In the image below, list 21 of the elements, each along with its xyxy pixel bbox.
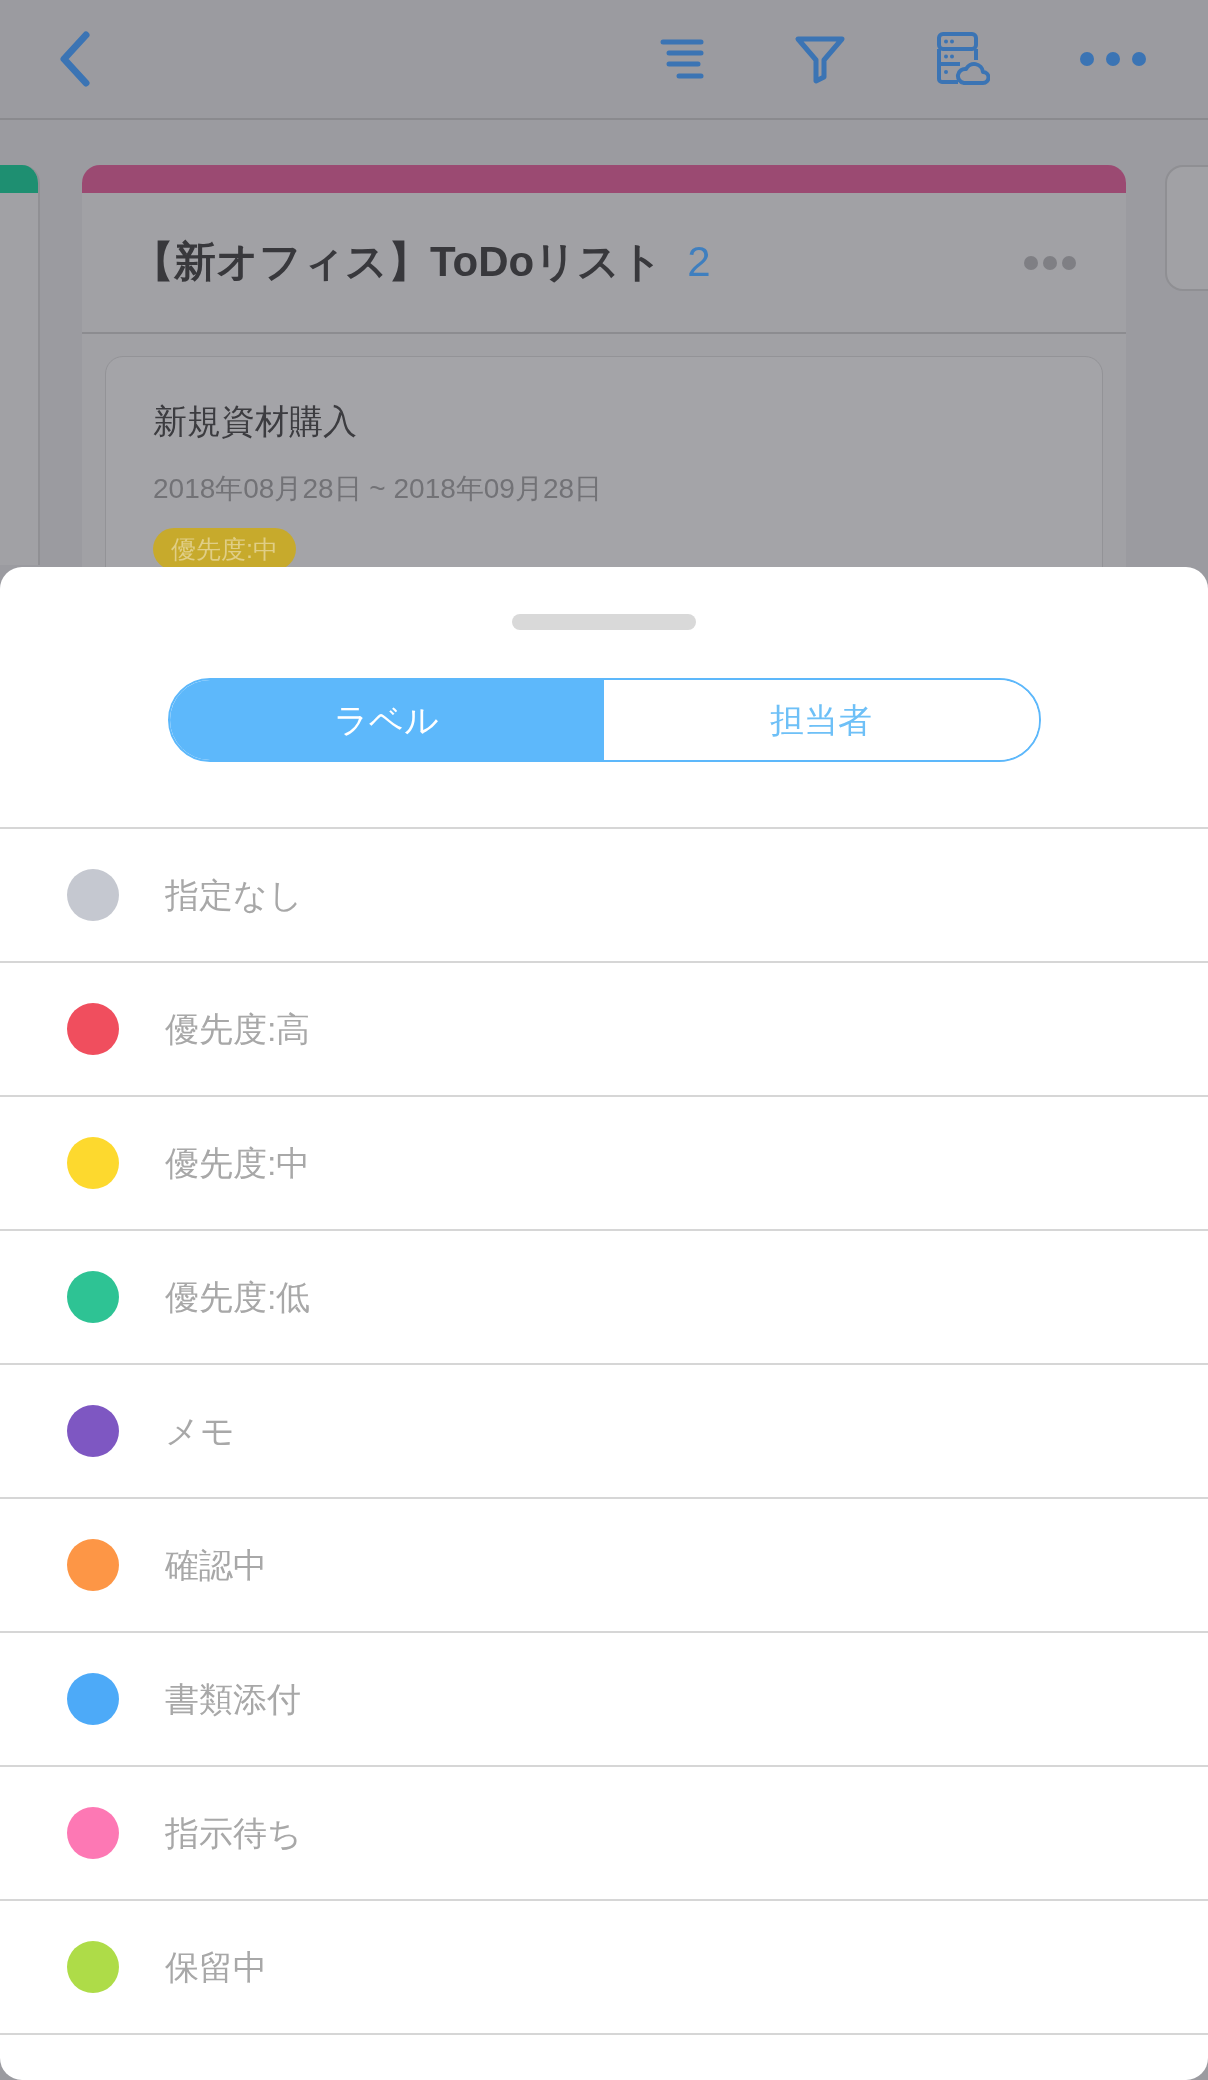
more-icon[interactable] <box>1080 52 1146 66</box>
task-count: 2 <box>687 237 711 288</box>
task-title: 新規資材購入 <box>153 401 358 442</box>
more-icon[interactable] <box>1024 255 1076 270</box>
label-option[interactable]: 優先度:低 <box>0 1231 1208 1365</box>
segmented-control[interactable]: ラベル 担当者 <box>167 678 1041 762</box>
server-cloud-icon[interactable] <box>936 31 990 87</box>
label-option[interactable]: 指示待ち <box>0 1767 1208 1901</box>
label-option[interactable]: 指定なし <box>0 829 1208 963</box>
segment-tab[interactable]: ラベル <box>169 680 604 760</box>
label-tag: 優先度:中 <box>153 528 296 567</box>
label-option[interactable]: 優先度:中 <box>0 1097 1208 1231</box>
column-title: 【新オフィス】ToDoリスト <box>132 237 664 288</box>
label-option[interactable]: メモ <box>0 1365 1208 1499</box>
label-option[interactable]: 確認中 <box>0 1499 1208 1633</box>
lines-icon[interactable] <box>660 37 704 81</box>
drag-handle[interactable] <box>512 614 696 630</box>
label-option[interactable]: 書類添付 <box>0 1633 1208 1767</box>
back-icon[interactable] <box>58 31 92 87</box>
label-option[interactable]: 保留中 <box>0 1901 1208 2035</box>
label-option[interactable]: 優先度:高 <box>0 963 1208 1097</box>
